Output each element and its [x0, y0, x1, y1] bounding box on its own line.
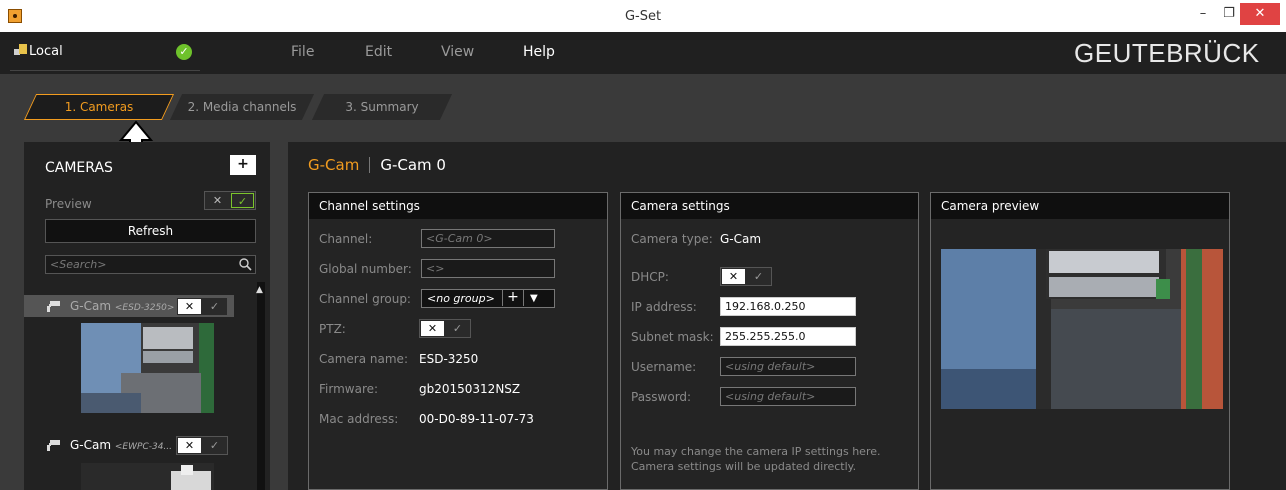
ip-settings-note: You may change the camera IP settings he… — [631, 445, 881, 458]
camera-preview-image — [941, 249, 1223, 409]
password-label: Password: — [631, 390, 692, 404]
camera-model: <ESD-3250> — [114, 303, 175, 313]
subnet-mask-input[interactable]: 255.255.255.0 — [720, 327, 856, 346]
add-camera-button[interactable]: + — [230, 155, 256, 175]
window-title: G-Set — [624, 9, 662, 24]
connection-underline — [10, 70, 200, 71]
breadcrumb-name: G-Cam 0 — [380, 156, 446, 174]
check-icon: ✓ — [452, 322, 463, 335]
camera-name: G-Cam — [70, 299, 112, 313]
mac-address-label: Mac address: — [319, 412, 399, 426]
search-icon — [239, 258, 252, 271]
channel-field[interactable]: <G-Cam 0> — [421, 229, 555, 248]
brand-logo: GEUTEBRÜCK — [1074, 38, 1260, 68]
menu-help[interactable]: Help — [523, 44, 555, 60]
ip-address-input[interactable]: 192.168.0.250 — [720, 297, 856, 316]
camera-enable-toggle[interactable]: ✕ ✓ — [176, 297, 228, 316]
check-icon: ✓ — [209, 439, 220, 452]
ptz-toggle[interactable]: ✕ ✓ — [419, 319, 471, 338]
channel-settings-title: Channel settings — [309, 193, 607, 219]
username-input[interactable]: <using default> — [720, 357, 856, 376]
camera-preview-panel: Camera preview — [930, 192, 1230, 490]
dhcp-label: DHCP: — [631, 270, 669, 284]
scroll-up-icon[interactable]: ▲ — [256, 285, 263, 295]
search-input[interactable]: <Search> — [45, 255, 256, 274]
server-icon — [14, 44, 27, 56]
connection-label: Local — [29, 44, 63, 59]
mac-address-value: 00-D0-89-11-07-73 — [419, 412, 534, 426]
preview-label: Preview — [45, 197, 92, 211]
step-summary[interactable]: 3. Summary — [311, 94, 453, 120]
camera-name-label: Camera name: — [319, 352, 408, 366]
close-button[interactable]: ✕ — [1240, 3, 1280, 25]
camera-enable-toggle[interactable]: ✕ ✓ — [176, 436, 228, 455]
cameras-title: CAMERAS — [45, 160, 113, 176]
breadcrumb: G-Cam G-Cam 0 — [308, 156, 446, 174]
channel-group-label: Channel group: — [319, 292, 411, 306]
camera-name-value: ESD-3250 — [419, 352, 479, 366]
refresh-button[interactable]: Refresh — [45, 219, 256, 243]
camera-details: G-Cam G-Cam 0 Channel settings Channel: <… — [288, 142, 1286, 490]
channel-group-select[interactable]: <no group> + ▼ — [421, 289, 555, 308]
wizard-steps: 1. Cameras 2. Media channels 3. Summary — [0, 74, 1286, 142]
camera-thumbnail — [81, 323, 214, 413]
step-summary-label: 3. Summary — [345, 100, 419, 114]
camera-name: G-Cam — [70, 438, 112, 452]
breadcrumb-type[interactable]: G-Cam — [308, 156, 359, 174]
camera-settings-panel: Camera settings Camera type: G-Cam DHCP:… — [620, 192, 919, 490]
firmware-label: Firmware: — [319, 382, 379, 396]
x-icon: ✕ — [421, 321, 444, 336]
camera-list-scrollbar[interactable] — [257, 282, 265, 490]
minimize-button[interactable]: – — [1190, 3, 1216, 25]
camera-icon — [47, 440, 60, 451]
step-media-channels[interactable]: 2. Media channels — [169, 94, 315, 120]
connected-check-icon: ✓ — [176, 44, 192, 60]
camera-type-value: G-Cam — [720, 232, 762, 246]
camera-thumbnail — [81, 463, 214, 490]
preview-toggle[interactable]: ✕ ✓ — [204, 191, 256, 210]
title-bar: G-Set – ❐ ✕ — [0, 0, 1286, 32]
check-icon: ✓ — [753, 270, 764, 283]
dhcp-toggle[interactable]: ✕ ✓ — [720, 267, 772, 286]
connection-selector[interactable]: Local — [14, 44, 63, 59]
camera-icon — [47, 301, 60, 312]
subnet-mask-label: Subnet mask: — [631, 330, 714, 344]
channel-group-value: <no group> — [427, 292, 495, 305]
search-placeholder: <Search> — [50, 258, 107, 271]
menu-bar: Local ✓ File Edit View Help GEUTEBRÜCK — [0, 32, 1286, 74]
ip-address-label: IP address: — [631, 300, 697, 314]
camera-model: <EWPC-34... — [114, 442, 173, 452]
camera-preview-title: Camera preview — [931, 193, 1229, 219]
cameras-panel: CAMERAS + Preview ✕ ✓ Refresh <Search> G… — [24, 142, 270, 490]
add-group-icon[interactable]: + — [502, 289, 524, 306]
channel-label: Channel: — [319, 232, 373, 246]
ptz-label: PTZ: — [319, 322, 346, 336]
restore-button[interactable]: ❐ — [1216, 3, 1242, 25]
chevron-down-icon[interactable]: ▼ — [530, 290, 538, 307]
channel-settings-panel: Channel settings Channel: <G-Cam 0> Glob… — [308, 192, 608, 490]
step-media-channels-label: 2. Media channels — [187, 100, 297, 114]
x-icon: ✕ — [722, 269, 745, 284]
global-number-field[interactable]: <> — [421, 259, 555, 278]
firmware-value: gb20150312NSZ — [419, 382, 521, 396]
menu-view[interactable]: View — [441, 44, 474, 60]
username-label: Username: — [631, 360, 697, 374]
password-input[interactable]: <using default> — [720, 387, 856, 406]
check-icon: ✓ — [209, 300, 220, 313]
global-number-label: Global number: — [319, 262, 412, 276]
x-icon: ✕ — [178, 299, 201, 314]
ip-settings-note-2: Camera settings will be updated directly… — [631, 460, 857, 473]
x-icon: ✕ — [178, 438, 201, 453]
camera-settings-title: Camera settings — [621, 193, 918, 219]
check-icon: ✓ — [231, 193, 254, 208]
x-icon: ✕ — [206, 193, 229, 208]
step-cameras[interactable]: 1. Cameras — [23, 94, 175, 120]
camera-type-label: Camera type: — [631, 232, 713, 246]
menu-file[interactable]: File — [291, 44, 314, 60]
menu-edit[interactable]: Edit — [365, 44, 392, 60]
step-cameras-label: 1. Cameras — [64, 100, 134, 114]
